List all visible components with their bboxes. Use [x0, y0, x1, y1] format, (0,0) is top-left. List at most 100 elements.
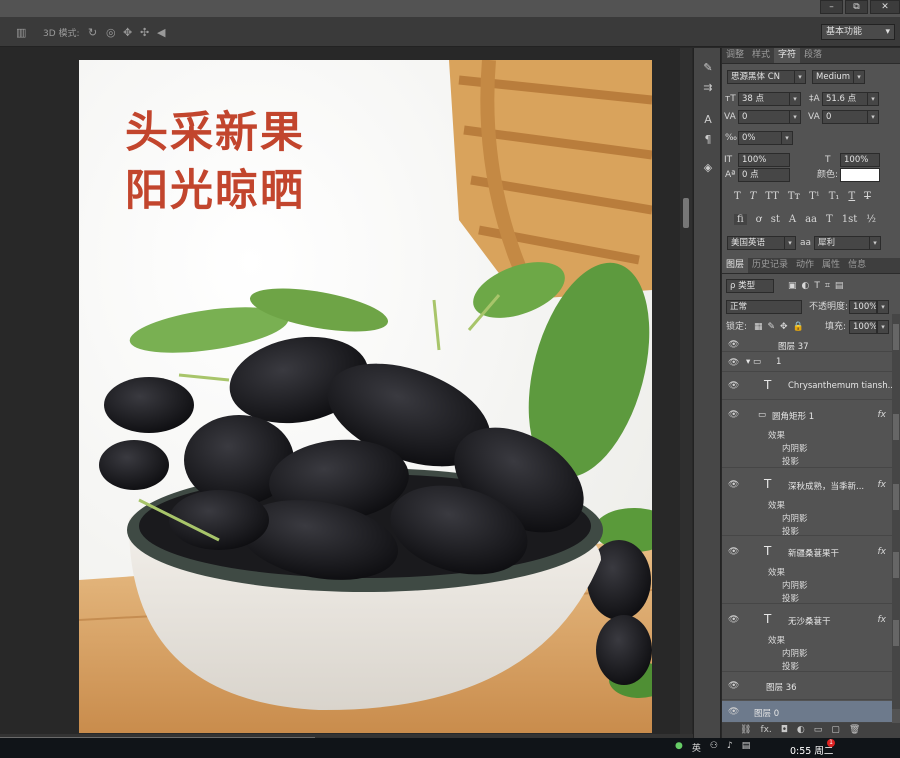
fx-icon[interactable]: fx.: [760, 723, 771, 738]
fx-icon[interactable]: fx: [878, 547, 887, 557]
tab-styles[interactable]: 样式: [748, 48, 774, 63]
blend-mode-select[interactable]: 正常: [726, 300, 802, 314]
volume-icon[interactable]: ♪: [727, 741, 733, 754]
font-size-field[interactable]: 38 点: [738, 92, 790, 106]
vertical-scrollbar[interactable]: [680, 48, 692, 734]
chevron-down-icon[interactable]: ▾: [781, 131, 793, 145]
eye-icon[interactable]: 👁: [728, 340, 739, 350]
scroll-thumb[interactable]: [893, 324, 899, 350]
strikethrough-button[interactable]: T: [864, 191, 871, 202]
fill-field[interactable]: 100%: [849, 320, 877, 334]
3d-icon[interactable]: ◈: [694, 158, 722, 178]
kerning-field[interactable]: 0: [738, 110, 790, 124]
ime-indicator[interactable]: 英: [692, 741, 701, 754]
fx-icon[interactable]: fx: [878, 480, 887, 490]
tsume-field[interactable]: 0%: [738, 131, 782, 145]
eye-icon[interactable]: 👁: [728, 381, 739, 391]
chevron-down-icon[interactable]: ▾: [853, 70, 865, 84]
layer-row[interactable]: 👁 ▭ 圆角矩形 1 fx 效果 内阴影 投影: [722, 401, 892, 468]
eye-icon[interactable]: 👁: [728, 681, 739, 691]
ligature-button[interactable]: fi: [734, 214, 747, 225]
status-icon[interactable]: ●: [675, 741, 683, 754]
network-icon[interactable]: ⚇: [710, 741, 718, 754]
chevron-down-icon[interactable]: ▾: [867, 92, 879, 106]
lock-icons[interactable]: ▦✎✥🔒: [754, 320, 809, 334]
tracking-field[interactable]: 0: [822, 110, 868, 124]
paragraph-icon[interactable]: ¶: [694, 130, 722, 150]
eye-icon[interactable]: 👁: [728, 707, 739, 717]
adjustment-icon[interactable]: ◐: [797, 723, 805, 738]
scroll-thumb[interactable]: [683, 198, 689, 228]
titling-button[interactable]: aa: [805, 214, 817, 225]
chevron-down-icon[interactable]: ▾: [789, 92, 801, 106]
layer-group-row[interactable]: 👁 ▾ ▭ 1: [722, 353, 892, 372]
restore-button[interactable]: ⧉: [845, 0, 868, 14]
3d-orbit-icon[interactable]: ↻: [88, 26, 97, 39]
chevron-down-icon[interactable]: ▾: [869, 236, 881, 250]
workspace-select[interactable]: 基本功能 ▾: [821, 24, 895, 40]
eye-icon[interactable]: 👁: [728, 480, 739, 490]
tab-character[interactable]: 字符: [774, 48, 801, 63]
fractions-button[interactable]: 1st: [842, 214, 858, 225]
tab-history[interactable]: 历史记录: [748, 258, 792, 273]
eye-icon[interactable]: 👁: [728, 410, 739, 420]
3d-camera-icon[interactable]: ◀: [157, 26, 165, 39]
superscript-button[interactable]: T¹: [809, 191, 820, 202]
eye-icon[interactable]: 👁: [728, 615, 739, 625]
faux-italic-button[interactable]: T: [750, 191, 757, 202]
tab-paragraph[interactable]: 段落: [800, 48, 826, 63]
stylistic-alt-button[interactable]: A: [789, 214, 796, 225]
chevron-down-icon[interactable]: ▾: [794, 70, 806, 84]
ordinals-button[interactable]: T: [826, 214, 833, 225]
chevron-down-icon[interactable]: ▾: [789, 110, 801, 124]
tab-properties[interactable]: 属性: [818, 258, 844, 273]
tab-layers[interactable]: 图层: [722, 258, 749, 273]
folder-icon[interactable]: ▭: [814, 723, 823, 738]
underline-button[interactable]: T: [848, 191, 855, 202]
font-style-select[interactable]: Medium: [812, 70, 854, 84]
fx-icon[interactable]: fx: [878, 615, 887, 625]
close-button[interactable]: ✕: [870, 0, 900, 14]
character-icon[interactable]: A: [694, 110, 722, 130]
discretionary-ligature-button[interactable]: ơ: [756, 214, 762, 225]
chevron-down-icon[interactable]: ▾: [877, 300, 889, 314]
clone-source-icon[interactable]: ⇉: [694, 78, 722, 98]
3d-slide-icon[interactable]: ✣: [140, 26, 149, 39]
layer-row[interactable]: 👁 T 深秋成熟，当季新... fx 效果 内阴影 投影: [722, 469, 892, 537]
antialias-select[interactable]: 犀利: [814, 236, 870, 250]
font-family-select[interactable]: 思源黑体 CN: [727, 70, 795, 84]
tab-info[interactable]: 信息: [844, 258, 870, 273]
document-canvas[interactable]: 头采新果 阳光晾晒: [79, 60, 652, 733]
eye-icon[interactable]: 👁: [728, 547, 739, 557]
layer-row[interactable]: 👁 图层 37: [722, 338, 892, 352]
brush-preset-icon[interactable]: ✎: [694, 58, 722, 78]
layer-row[interactable]: 👁 T 新疆桑葚果干 fx 效果 内阴影 投影: [722, 537, 892, 604]
chevron-down-icon[interactable]: ▾: [784, 236, 796, 250]
chevron-down-icon[interactable]: ▾: [867, 110, 879, 124]
scroll-thumb[interactable]: [893, 620, 899, 646]
horizontal-scale-field[interactable]: 100%: [840, 153, 880, 167]
tab-adjustments[interactable]: 调整: [722, 48, 748, 63]
tool-preset-icon[interactable]: ▥: [16, 26, 26, 39]
opacity-field[interactable]: 100%: [849, 300, 877, 314]
fx-icon[interactable]: fx: [878, 410, 887, 420]
layer-filter-select[interactable]: ρ 类型: [726, 279, 774, 293]
minimize-button[interactable]: –: [820, 0, 843, 14]
small-caps-button[interactable]: Tт: [788, 191, 800, 202]
vertical-scale-field[interactable]: 100%: [738, 153, 790, 167]
language-select[interactable]: 美国英语: [727, 236, 785, 250]
layer-row[interactable]: 👁 T Chrysanthemum tiansh...: [722, 373, 896, 400]
layers-scrollbar[interactable]: [892, 314, 900, 709]
new-layer-icon[interactable]: ▢: [831, 723, 840, 738]
tab-actions[interactable]: 动作: [792, 258, 818, 273]
half-button[interactable]: ½: [866, 214, 876, 225]
layer-row-selected[interactable]: 👁 图层 0: [722, 701, 892, 723]
leading-field[interactable]: 51.6 点: [822, 92, 868, 106]
filter-icons[interactable]: ▣◐T⌗▤: [788, 279, 848, 293]
3d-drag-icon[interactable]: ✥: [123, 26, 132, 39]
scroll-thumb[interactable]: [893, 552, 899, 578]
trash-icon[interactable]: 🗑: [849, 723, 860, 738]
action-center-icon[interactable]: ▤: [742, 741, 751, 754]
subscript-button[interactable]: T₁: [829, 191, 840, 202]
all-caps-button[interactable]: TT: [765, 191, 779, 202]
